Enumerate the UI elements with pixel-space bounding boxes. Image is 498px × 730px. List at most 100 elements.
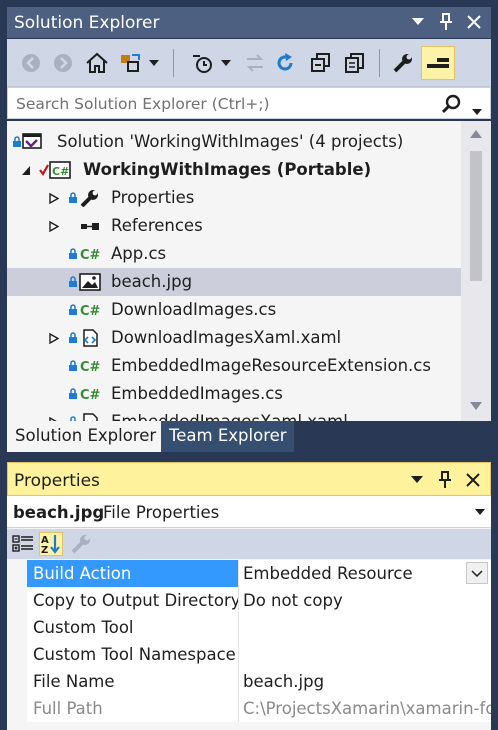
tree-item-label: DownloadImages.cs [111,300,277,319]
tab-solution-explorer[interactable]: Solution Explorer [7,421,164,452]
tree-item-label: Solution 'WorkingWithImages' (4 projects… [57,132,404,151]
svg-text:C#: C# [52,165,69,178]
preview-selected-items-icon[interactable] [421,46,455,80]
scrollbar-thumb[interactable] [470,151,482,281]
property-row-file-name[interactable]: File Name beach.jpg [27,668,491,695]
expand-arrow-icon[interactable] [49,221,59,232]
svg-text:C#: C# [80,248,101,263]
properties-body: beach.jpg File Properties AZ Build Actio… [7,496,491,730]
selected-object-type: File Properties [103,503,220,522]
csharp-project-icon: C# [49,161,71,179]
csharp-file-icon: C# [80,388,101,403]
csharp-file-icon: C# [80,360,101,375]
scroll-up-arrow-icon[interactable] [470,130,482,138]
search-box[interactable] [7,87,491,119]
tree-item-embeddedimages-cs[interactable]: C# EmbeddedImages.cs [7,380,467,408]
property-value[interactable] [239,614,491,641]
property-name: Full Path [27,695,239,722]
property-name: Copy to Output Directory [27,587,239,614]
tree-item-project[interactable]: C# WorkingWithImages (Portable) [7,156,467,184]
categorized-icon[interactable] [11,532,35,556]
home-icon[interactable] [85,51,109,75]
properties-title-bar[interactable]: Properties [7,462,491,496]
filter-dropdown-icon[interactable] [219,51,233,75]
tree-item-properties[interactable]: Properties [7,184,467,212]
tree-item-embeddedimagesxaml-xaml[interactable]: EmbeddedImagesXaml.xaml [7,408,467,421]
property-row-custom-tool[interactable]: Custom Tool [27,614,491,641]
tab-team-explorer[interactable]: Team Explorer [161,421,294,452]
back-icon[interactable] [19,51,43,75]
tool-window-tabs: Solution Explorer Team Explorer [7,421,491,452]
properties-wrench-icon[interactable] [391,51,415,75]
csharp-file-icon: C# [80,248,101,263]
wrench-icon [80,190,98,207]
source-control-lock-icon [13,136,21,147]
scroll-down-arrow-icon[interactable] [470,402,482,410]
property-value: C:\ProjectsXamarin\xamarin-for [239,695,491,722]
property-value[interactable]: beach.jpg [239,668,491,695]
tree-item-label: WorkingWithImages (Portable) [83,160,372,179]
property-row-full-path[interactable]: Full Path C:\ProjectsXamarin\xamarin-for [27,695,491,722]
property-value[interactable]: Embedded Resource [239,560,491,587]
search-input[interactable] [16,93,436,115]
tree-item-downloadimages-cs[interactable]: C# DownloadImages.cs [7,296,467,324]
toolbar-separator [379,49,380,77]
tree-item-downloadimagesxaml-xaml[interactable]: DownloadImagesXaml.xaml [7,324,467,352]
tree-item-label: beach.jpg [111,272,193,291]
vertical-scrollbar[interactable] [461,121,491,421]
pin-icon[interactable] [436,471,454,489]
pending-changes-filter-icon[interactable] [191,51,215,75]
property-value[interactable]: Do not copy [239,587,491,614]
property-grid: Build Action Embedded Resource Copy to O… [7,560,491,730]
svg-text:C#: C# [80,360,101,375]
solution-explorer-title-bar[interactable]: Solution Explorer [7,7,491,38]
selected-object-name: beach.jpg [13,503,105,522]
source-control-lock-icon [69,276,77,287]
object-selector[interactable]: beach.jpg File Properties [7,496,491,528]
property-row-build-action[interactable]: Build Action Embedded Resource [27,560,491,587]
tree-item-beach-jpg[interactable]: beach.jpg [7,268,467,296]
source-control-lock-icon [69,192,77,203]
svg-text:Z: Z [41,545,48,555]
tree-item-embeddedimageresourceextension-cs[interactable]: C# EmbeddedImageResourceExtension.cs [7,352,467,380]
window-options-dropdown-icon[interactable] [408,471,426,489]
property-pages-wrench-icon[interactable] [69,532,93,556]
tree-item-app-cs[interactable]: C# App.cs [7,240,467,268]
search-icon[interactable] [441,94,462,118]
chevron-down-icon [471,569,483,577]
forward-icon[interactable] [51,51,75,75]
tree-item-label: EmbeddedImageResourceExtension.cs [111,356,431,375]
show-all-files-icon[interactable] [343,51,367,75]
collapse-all-icon[interactable] [309,51,333,75]
collapse-arrow-icon[interactable] [21,165,31,176]
properties-toolbar: AZ [7,529,491,559]
solution-explorer-panel: Solution Explorer Search Solution Explor… [0,0,498,453]
property-name: File Name [27,668,239,695]
property-name: Custom Tool [27,614,239,641]
expand-arrow-icon[interactable] [49,333,59,344]
property-row-custom-tool-namespace[interactable]: Custom Tool Namespace [27,641,491,668]
sync-with-active-document-icon[interactable] [243,51,267,75]
tree-item-label: References [111,216,203,235]
refresh-icon[interactable] [273,51,297,75]
build-action-dropdown-button[interactable] [466,562,488,584]
pin-icon[interactable] [437,13,455,31]
property-row-copy-to-output[interactable]: Copy to Output Directory Do not copy [27,587,491,614]
window-options-dropdown-icon[interactable] [409,13,427,31]
switch-views-dropdown-icon[interactable] [147,51,161,75]
close-icon[interactable] [465,13,483,31]
checkmark-icon [39,164,49,176]
property-value[interactable] [239,641,491,668]
tree-item-references[interactable]: References [7,212,467,240]
property-name: Custom Tool Namespace [27,641,239,668]
alphabetical-sort-icon[interactable]: AZ [39,532,63,556]
search-options-dropdown-icon[interactable] [472,100,482,119]
source-control-lock-icon [69,304,77,315]
tree-item-solution[interactable]: Solution 'WorkingWithImages' (4 projects… [7,128,467,156]
tree-item-label: App.cs [111,244,167,263]
object-selector-dropdown-icon[interactable] [475,509,485,515]
xaml-file-icon [83,413,98,421]
close-icon[interactable] [464,471,482,489]
expand-arrow-icon[interactable] [49,193,59,204]
switch-views-icon[interactable] [119,51,143,75]
